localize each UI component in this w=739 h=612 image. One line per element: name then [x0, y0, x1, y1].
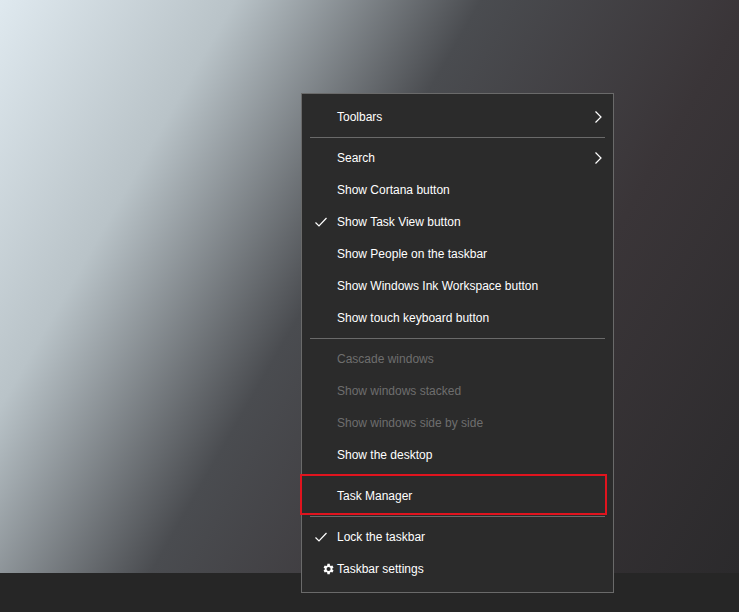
chevron-right-icon	[593, 110, 603, 124]
menu-item[interactable]: Show Cortana button	[302, 174, 613, 206]
menu-item-label: Taskbar settings	[337, 560, 603, 578]
menu-item-label: Show windows stacked	[337, 382, 603, 400]
menu-separator	[302, 133, 613, 142]
menu-item-label: Show Task View button	[337, 213, 603, 231]
menu-item-label: Toolbars	[337, 108, 593, 126]
menu-item[interactable]: Lock the taskbar	[302, 521, 613, 553]
menu-item[interactable]: Show windows stacked	[302, 375, 613, 407]
highlight-box	[300, 474, 607, 515]
menu-item[interactable]: Show touch keyboard button	[302, 302, 613, 334]
menu-separator	[302, 512, 613, 521]
menu-item[interactable]: Show windows side by side	[302, 407, 613, 439]
menu-item-label: Show Windows Ink Workspace button	[337, 277, 603, 295]
menu-item[interactable]: Show People on the taskbar	[302, 238, 613, 270]
menu-item-label: Show the desktop	[337, 446, 603, 464]
menu-item[interactable]: Taskbar settings	[302, 553, 613, 585]
context-menu: Toolbars Search Show Cortana button Show Ta…	[301, 93, 614, 593]
check-icon	[314, 215, 328, 229]
menu-item[interactable]: Search	[302, 142, 613, 174]
menu-item-label: Lock the taskbar	[337, 528, 603, 546]
menu-item[interactable]: Show Windows Ink Workspace button	[302, 270, 613, 302]
menu-item-label: Search	[337, 149, 593, 167]
chevron-right-icon	[593, 151, 603, 165]
gear-icon	[321, 562, 335, 576]
menu-item-label: Show Cortana button	[337, 181, 603, 199]
check-icon	[314, 530, 328, 544]
menu-item[interactable]: Show the desktop	[302, 439, 613, 471]
menu-item[interactable]: Toolbars	[302, 101, 613, 133]
menu-item[interactable]: Show Task View button	[302, 206, 613, 238]
menu-item-label: Cascade windows	[337, 350, 603, 368]
menu-separator	[302, 471, 613, 480]
menu-item[interactable]: Task Manager	[302, 480, 613, 512]
menu-item-label: Show People on the taskbar	[337, 245, 603, 263]
menu-separator	[302, 334, 613, 343]
menu-item-label: Task Manager	[337, 487, 603, 505]
menu-item-label: Show touch keyboard button	[337, 309, 603, 327]
menu-item-label: Show windows side by side	[337, 414, 603, 432]
menu-item[interactable]: Cascade windows	[302, 343, 613, 375]
